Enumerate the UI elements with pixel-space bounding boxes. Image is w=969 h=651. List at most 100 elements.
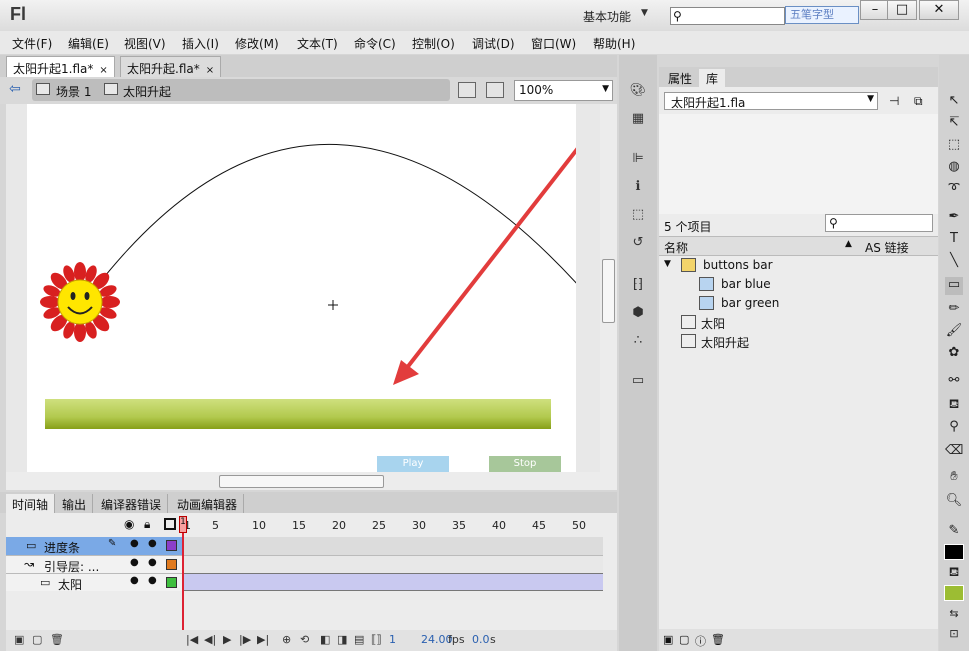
chevron-down-icon[interactable]: ▼ bbox=[641, 8, 648, 18]
minimize-button[interactable]: – bbox=[860, 0, 890, 20]
menu-insert[interactable]: 插入(I) bbox=[182, 35, 219, 52]
chevron-down-icon[interactable]: ▼ bbox=[867, 94, 874, 104]
menu-file[interactable]: 文件(F) bbox=[12, 35, 52, 52]
scroll-thumb[interactable] bbox=[602, 259, 615, 323]
layer-color-swatch[interactable] bbox=[166, 577, 177, 588]
tab-motion-editor[interactable]: 动画编辑器 bbox=[171, 494, 245, 513]
new-folder-icon[interactable]: ▢ bbox=[679, 633, 689, 646]
library-item-folder[interactable]: ▼ buttons bar bbox=[659, 256, 938, 275]
brush-tool-icon[interactable]: 🖌︎ bbox=[945, 323, 963, 341]
tab-compiler-errors[interactable]: 编译器错误 bbox=[95, 494, 169, 513]
layer-row[interactable]: ▭ 进度条 ✎ ● ● bbox=[6, 537, 182, 555]
chevron-down-icon[interactable]: ▼ bbox=[602, 84, 609, 94]
stop-button[interactable]: Stop bbox=[489, 456, 561, 472]
layer-name[interactable]: 进度条 bbox=[44, 539, 80, 556]
menu-window[interactable]: 窗口(W) bbox=[531, 35, 576, 52]
edit-scene-icon[interactable] bbox=[458, 82, 476, 98]
next-frame-icon[interactable]: |▶ bbox=[239, 633, 251, 646]
sort-icon[interactable]: ▲ bbox=[845, 239, 852, 249]
lock-icon[interactable]: 🔒︎ bbox=[144, 517, 150, 532]
layer-frames-tween[interactable] bbox=[182, 573, 603, 591]
edit-symbol-icon[interactable] bbox=[486, 82, 504, 98]
tab-properties[interactable]: 属性 bbox=[661, 69, 699, 87]
eye-icon[interactable]: ◉ bbox=[124, 517, 134, 531]
library-file-select[interactable]: 太阳升起1.fla ▼ bbox=[664, 92, 878, 110]
bone-tool-icon[interactable]: ⚯ bbox=[945, 373, 963, 391]
library-item[interactable]: bar green bbox=[659, 294, 938, 313]
zoom-select[interactable]: 100% ▼ bbox=[514, 80, 613, 101]
expand-icon[interactable]: ▼ bbox=[664, 259, 671, 269]
library-item[interactable]: 太阳 bbox=[659, 313, 938, 332]
edit-multiple-icon[interactable]: ▤ bbox=[354, 633, 364, 646]
prev-frame-icon[interactable]: ◀| bbox=[204, 633, 216, 646]
play-icon[interactable]: ▶ bbox=[223, 633, 231, 646]
menu-commands[interactable]: 命令(C) bbox=[354, 35, 396, 52]
column-name[interactable]: 名称 bbox=[664, 239, 688, 256]
menu-modify[interactable]: 修改(M) bbox=[235, 35, 279, 52]
library-item[interactable]: bar blue bbox=[659, 275, 938, 294]
tab-library[interactable]: 库 bbox=[699, 69, 726, 87]
layer-color-swatch[interactable] bbox=[166, 559, 177, 570]
eyedropper-icon[interactable]: ⚲ bbox=[945, 419, 963, 437]
swap-colors-icon[interactable]: ⇆ bbox=[945, 607, 963, 625]
free-transform-icon[interactable]: ⬚ bbox=[945, 137, 963, 155]
menu-view[interactable]: 视图(V) bbox=[124, 35, 166, 52]
workspace-switcher[interactable]: 基本功能 bbox=[583, 8, 631, 25]
close-button[interactable]: ✕ bbox=[919, 0, 959, 20]
stage-canvas[interactable]: Play Stop bbox=[27, 104, 576, 472]
new-folder-icon[interactable]: ▢ bbox=[32, 633, 42, 646]
menu-text[interactable]: 文本(T) bbox=[297, 35, 338, 52]
zoom-tool-icon[interactable]: 🔍︎ bbox=[945, 493, 963, 511]
stage-area[interactable]: Play Stop bbox=[6, 104, 600, 472]
visibility-dot[interactable]: ● bbox=[130, 575, 139, 586]
line-tool-icon[interactable]: ╲ bbox=[945, 253, 963, 271]
fill-color-swatch[interactable] bbox=[944, 585, 964, 601]
breadcrumb-scene[interactable]: 场景 1 bbox=[56, 83, 91, 100]
onion-skin-icon[interactable]: ◧ bbox=[320, 633, 330, 646]
layer-frames[interactable] bbox=[182, 537, 603, 555]
stage-vertical-scrollbar[interactable] bbox=[600, 104, 617, 472]
tab-output[interactable]: 输出 bbox=[56, 494, 94, 513]
doc-tab-active[interactable]: 太阳升起1.fla* × bbox=[6, 56, 115, 77]
info-icon[interactable]: ℹ bbox=[629, 179, 647, 195]
rectangle-tool-icon[interactable]: ▭ bbox=[945, 277, 963, 295]
menu-help[interactable]: 帮助(H) bbox=[593, 35, 635, 52]
visibility-dot[interactable]: ● bbox=[130, 557, 139, 568]
play-button[interactable]: Play bbox=[377, 456, 449, 472]
help-search-input[interactable]: ⚲ bbox=[670, 7, 785, 25]
close-icon[interactable]: × bbox=[206, 65, 214, 76]
swatches-icon[interactable]: ▦ bbox=[629, 111, 647, 127]
close-icon[interactable]: × bbox=[99, 65, 107, 76]
paint-bucket-icon[interactable]: ⛾ bbox=[945, 397, 963, 415]
selection-tool-icon[interactable]: ↖ bbox=[945, 93, 963, 111]
history-icon[interactable]: ↺ bbox=[629, 235, 647, 251]
doc-tab[interactable]: 太阳升起.fla* × bbox=[120, 56, 222, 77]
last-frame-icon[interactable]: ▶| bbox=[257, 633, 269, 646]
pin-icon[interactable]: ⊣ bbox=[889, 94, 899, 108]
lock-dot[interactable]: ● bbox=[148, 557, 157, 568]
layer-frames[interactable] bbox=[182, 555, 603, 573]
menu-edit[interactable]: 编辑(E) bbox=[68, 35, 109, 52]
elapsed-time[interactable]: 0.0 bbox=[472, 633, 490, 646]
pencil-tool-icon[interactable]: ✏ bbox=[945, 301, 963, 319]
playhead[interactable] bbox=[182, 516, 184, 632]
onion-outline-icon[interactable]: ◨ bbox=[337, 633, 347, 646]
actions-icon[interactable]: ⁅⁆ bbox=[629, 277, 647, 293]
stage-horizontal-scrollbar[interactable] bbox=[6, 472, 617, 490]
hand-tool-icon[interactable]: ✋︎ bbox=[945, 469, 963, 487]
onion-markers-icon[interactable]: ⟦⟧ bbox=[371, 633, 382, 646]
stroke-color-swatch[interactable] bbox=[944, 544, 964, 560]
layer-row[interactable]: ▭ 太阳 ● ● bbox=[6, 573, 182, 592]
delete-icon[interactable]: 🗑︎ bbox=[50, 633, 64, 646]
lock-dot[interactable]: ● bbox=[148, 538, 157, 549]
movie-explorer-icon[interactable]: ▭ bbox=[629, 373, 647, 389]
transform-icon[interactable]: ⬚ bbox=[629, 207, 647, 223]
text-tool-icon[interactable]: T bbox=[945, 231, 963, 249]
center-frame-icon[interactable]: ⊕ bbox=[282, 633, 291, 646]
column-linkage[interactable]: AS 链接 bbox=[865, 239, 909, 256]
library-search-input[interactable]: ⚲ bbox=[825, 214, 933, 232]
first-frame-icon[interactable]: |◀ bbox=[186, 633, 198, 646]
new-layer-icon[interactable]: ▣ bbox=[14, 633, 24, 646]
new-symbol-icon[interactable]: ▣ bbox=[663, 633, 673, 646]
snap-icon[interactable]: ⊡ bbox=[945, 627, 963, 645]
